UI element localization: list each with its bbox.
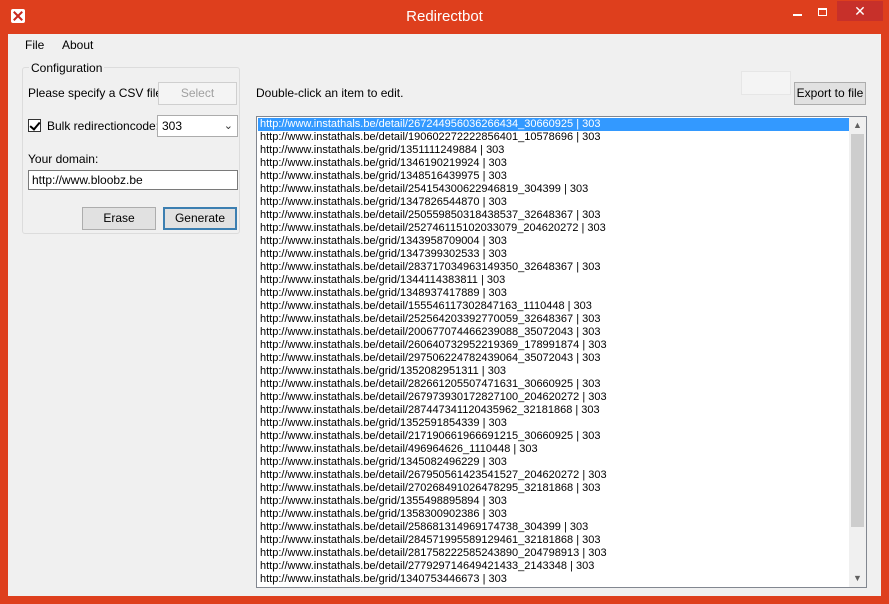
- menu-about[interactable]: About: [62, 38, 93, 52]
- hidden-control: [741, 71, 791, 95]
- list-item[interactable]: http://www.instathals.be/detail/27792971…: [258, 560, 850, 573]
- list-item[interactable]: http://www.instathals.be/detail/25274611…: [258, 222, 850, 235]
- list-item[interactable]: http://www.instathals.be/detail/15554611…: [258, 300, 850, 313]
- scroll-thumb[interactable]: [851, 134, 864, 527]
- list-item[interactable]: http://www.instathals.be/detail/28744734…: [258, 404, 850, 417]
- menu-file[interactable]: File: [25, 38, 44, 52]
- window-title: Redirectbot: [406, 8, 483, 25]
- list-item[interactable]: http://www.instathals.be/grid/1344114383…: [258, 274, 850, 287]
- csv-label: Please specify a CSV file: [28, 86, 163, 100]
- scroll-down-icon[interactable]: ▼: [849, 570, 866, 587]
- bulk-redirect-checkbox[interactable]: [28, 119, 41, 132]
- list-item[interactable]: http://www.instathals.be/grid/1347399302…: [258, 248, 850, 261]
- list-item[interactable]: http://www.instathals.be/grid/1352591854…: [258, 417, 850, 430]
- domain-input[interactable]: http://www.bloobz.be: [28, 170, 238, 190]
- scroll-up-icon[interactable]: ▲: [849, 117, 866, 134]
- close-button[interactable]: ✕: [837, 1, 883, 21]
- export-button[interactable]: Export to file: [794, 82, 866, 105]
- list-item[interactable]: http://www.instathals.be/detail/21719066…: [258, 430, 850, 443]
- list-item[interactable]: http://www.instathals.be/detail/27026849…: [258, 482, 850, 495]
- list-item[interactable]: http://www.instathals.be/detail/26724495…: [258, 118, 850, 131]
- bulk-redirect-label: Bulk redirectioncode:: [47, 119, 160, 133]
- app-window: Redirectbot ✕ File About Configuration P…: [0, 0, 889, 604]
- list-item[interactable]: http://www.instathals.be/grid/1347826544…: [258, 196, 850, 209]
- list-item[interactable]: http://www.instathals.be/detail/28175822…: [258, 547, 850, 560]
- list-item[interactable]: http://www.instathals.be/detail/49696462…: [258, 443, 850, 456]
- list-item[interactable]: http://www.instathals.be/grid/1348516439…: [258, 170, 850, 183]
- list-item[interactable]: http://www.instathals.be/grid/1352082951…: [258, 365, 850, 378]
- close-icon: ✕: [854, 3, 866, 19]
- client-area: File About Configuration Please specify …: [8, 34, 881, 596]
- list-item[interactable]: http://www.instathals.be/grid/1351111249…: [258, 144, 850, 157]
- redirect-list-items: http://www.instathals.be/detail/26724495…: [258, 118, 850, 586]
- list-item[interactable]: http://www.instathals.be/detail/26064073…: [258, 339, 850, 352]
- configuration-legend: Configuration: [29, 61, 105, 75]
- list-item[interactable]: http://www.instathals.be/grid/1340753446…: [258, 573, 850, 586]
- chevron-down-icon: ⌄: [223, 120, 233, 132]
- maximize-button[interactable]: [808, 1, 836, 21]
- list-item[interactable]: http://www.instathals.be/grid/1346190219…: [258, 157, 850, 170]
- select-csv-button[interactable]: Select: [158, 82, 237, 105]
- list-item[interactable]: http://www.instathals.be/detail/25055985…: [258, 209, 850, 222]
- list-item[interactable]: http://www.instathals.be/grid/1358300902…: [258, 508, 850, 521]
- list-item[interactable]: http://www.instathals.be/detail/26797393…: [258, 391, 850, 404]
- generate-button[interactable]: Generate: [163, 207, 237, 230]
- menu-bar: File About: [8, 34, 881, 56]
- list-item[interactable]: http://www.instathals.be/detail/28371703…: [258, 261, 850, 274]
- list-item[interactable]: http://www.instathals.be/detail/25256420…: [258, 313, 850, 326]
- list-item[interactable]: http://www.instathals.be/detail/28457199…: [258, 534, 850, 547]
- erase-button[interactable]: Erase: [82, 207, 156, 230]
- minimize-icon: [792, 13, 802, 16]
- list-item[interactable]: http://www.instathals.be/detail/29750622…: [258, 352, 850, 365]
- redirect-code-select[interactable]: 303 ⌄: [157, 115, 238, 137]
- list-item[interactable]: http://www.instathals.be/detail/28266120…: [258, 378, 850, 391]
- list-item[interactable]: http://www.instathals.be/grid/1343958709…: [258, 235, 850, 248]
- list-item[interactable]: http://www.instathals.be/detail/20067707…: [258, 326, 850, 339]
- vertical-scrollbar[interactable]: ▲ ▼: [849, 117, 866, 587]
- maximize-icon: [817, 7, 827, 16]
- list-item[interactable]: http://www.instathals.be/detail/25415430…: [258, 183, 850, 196]
- redirect-code-value: 303: [162, 119, 183, 133]
- edit-hint: Double-click an item to edit.: [256, 86, 404, 100]
- list-item[interactable]: http://www.instathals.be/grid/1345082496…: [258, 456, 850, 469]
- domain-label: Your domain:: [28, 152, 99, 166]
- list-item[interactable]: http://www.instathals.be/detail/26795056…: [258, 469, 850, 482]
- redirect-list[interactable]: http://www.instathals.be/detail/26724495…: [256, 116, 867, 588]
- list-item[interactable]: http://www.instathals.be/grid/1355498895…: [258, 495, 850, 508]
- list-item[interactable]: http://www.instathals.be/grid/1348937417…: [258, 287, 850, 300]
- list-item[interactable]: http://www.instathals.be/detail/25868131…: [258, 521, 850, 534]
- title-bar[interactable]: Redirectbot ✕: [0, 0, 889, 33]
- list-item[interactable]: http://www.instathals.be/detail/19060227…: [258, 131, 850, 144]
